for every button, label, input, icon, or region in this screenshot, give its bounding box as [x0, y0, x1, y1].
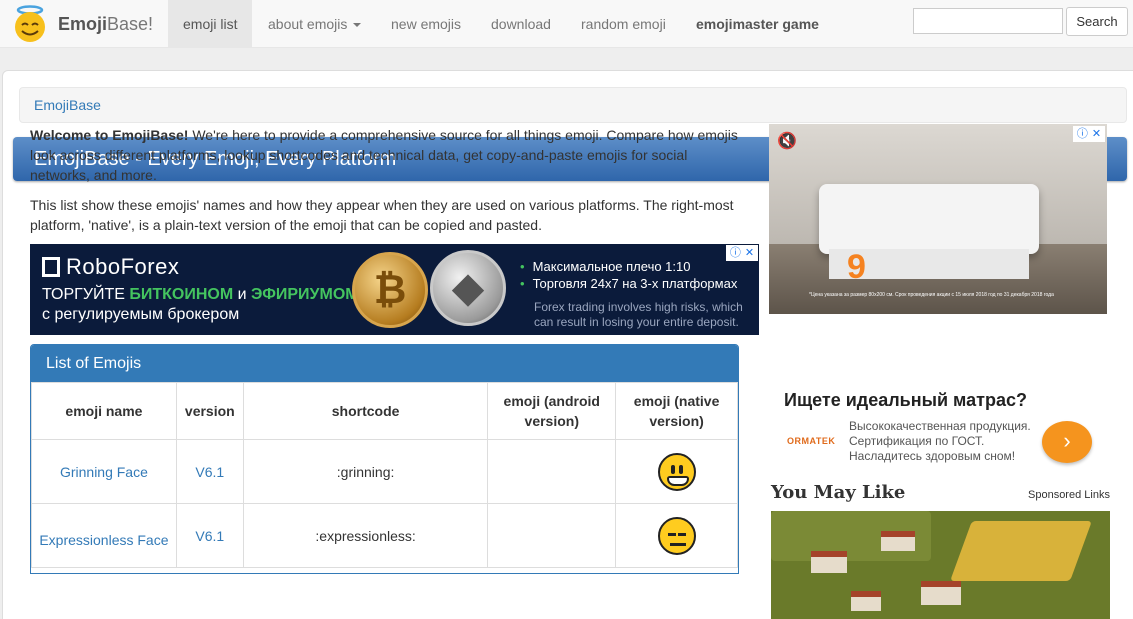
chevron-right-icon[interactable]: ›	[1042, 421, 1092, 463]
close-icon[interactable]: ✕	[745, 247, 754, 259]
nav-emojimaster-game[interactable]: emojimaster game	[681, 0, 834, 48]
column-header: version	[175, 382, 244, 440]
game-thumbnail-image[interactable]	[771, 511, 1110, 619]
emoji-table: emoji name version shortcode emoji (andr…	[31, 382, 738, 568]
roboforex-logo: RoboForex	[42, 254, 179, 280]
roboforex-mark-icon	[42, 257, 60, 277]
column-header: emoji (native version)	[615, 382, 738, 440]
roboforex-ad-banner[interactable]: RoboForex ТОРГУЙТЕ БИТКОИНОМ и ЭФИРИУМОМ…	[30, 244, 759, 335]
panel-title: List of Emojis	[31, 345, 738, 382]
intro-text: Welcome to EmojiBase! We're here to prov…	[30, 125, 745, 245]
ad-bullet: • Максимальное плечо 1:10	[520, 259, 691, 274]
sponsored-links-label[interactable]: Sponsored Links	[1028, 489, 1110, 501]
mute-icon[interactable]: 🔇	[777, 132, 797, 152]
adchoices-icon[interactable]: ⓘ ✕	[726, 245, 758, 261]
table-row: Expressionless Face V6.1 :expressionless…	[31, 503, 738, 568]
chevron-down-icon	[353, 23, 362, 28]
brand-link[interactable]: EmojiBase!	[10, 4, 153, 44]
ad-fineprint: *Цена указана за размер 80x200 см. Срок …	[809, 292, 1054, 298]
emoji-android-cell	[487, 439, 617, 504]
search-button[interactable]: Search	[1066, 7, 1128, 36]
nav-about-emojis[interactable]: about emojis	[253, 0, 376, 48]
bitcoin-coin-icon: ₿	[352, 252, 428, 328]
bed-image	[819, 184, 1039, 254]
table-row: Grinning Face V6.1 :grinning:	[31, 439, 738, 504]
emoji-name-link[interactable]: Expressionless Face	[31, 503, 177, 568]
top-navbar: EmojiBase! emoji list about emojis new e…	[0, 0, 1133, 48]
nav-new-emojis[interactable]: new emojis	[376, 0, 476, 48]
intro-welcome-paragraph: Welcome to EmojiBase! We're here to prov…	[30, 127, 738, 183]
mattress-ad-image[interactable]: 🔇 9 *Цена указана за размер 80x200 см. С…	[769, 124, 1107, 314]
expressionless-face-icon	[657, 516, 696, 555]
house	[921, 581, 961, 605]
breadcrumb[interactable]: EmojiBase	[19, 87, 1127, 123]
emoji-android-cell	[487, 503, 617, 568]
emoji-native-cell	[615, 439, 738, 504]
emoji-shortcode: :grinning:	[242, 439, 489, 504]
ad-bullet: • Торговля 24x7 на 3-х платформах	[520, 276, 738, 291]
house	[851, 591, 881, 611]
emoji-shortcode: :expressionless:	[242, 503, 489, 568]
ad-title[interactable]: Ищете идеальный матрас?	[784, 390, 1027, 411]
ethereum-coin-icon: ◆	[430, 250, 506, 326]
nav-download[interactable]: download	[476, 0, 566, 48]
emoji-version-link[interactable]: V6.1	[175, 439, 244, 504]
column-header: emoji (android version)	[487, 382, 617, 440]
ad-risk-disclaimer: Forex trading involves high risks, which…	[534, 300, 743, 329]
close-icon[interactable]: ✕	[1092, 128, 1101, 140]
ormatek-logo: ORMATEK	[787, 436, 836, 446]
emoji-native-cell	[615, 503, 738, 568]
emoji-name-link[interactable]: Grinning Face	[31, 439, 177, 504]
adchoices-icon[interactable]: ⓘ ✕	[1073, 126, 1105, 142]
intro-list-paragraph: This list show these emojis' names and h…	[30, 197, 734, 233]
ad-subline: с регулируемым брокером	[42, 306, 240, 323]
emoji-version-link[interactable]: V6.1	[175, 503, 244, 568]
table-header-row: emoji name version shortcode emoji (andr…	[31, 382, 738, 440]
house	[881, 531, 915, 551]
angel-smiley-logo-icon	[15, 5, 45, 42]
ad-digit: 9	[847, 248, 866, 286]
ad-description: Высококачественная продукция. Сертификац…	[849, 419, 1031, 463]
wheat-field	[950, 521, 1092, 581]
brand-name: EmojiBase!	[58, 13, 154, 34]
column-header: shortcode	[242, 382, 489, 440]
column-header: emoji name	[31, 382, 177, 440]
you-may-like-heading: You May Like	[771, 482, 906, 503]
house	[811, 551, 847, 573]
emoji-list-panel: List of Emojis emoji name version shortc…	[30, 344, 739, 574]
ad-headline: ТОРГУЙТЕ БИТКОИНОМ и ЭФИРИУМОМ	[42, 286, 359, 303]
grinning-face-icon	[657, 452, 696, 491]
search-input[interactable]	[913, 8, 1063, 34]
nav-emoji-list[interactable]: emoji list	[168, 0, 253, 48]
nav-random-emoji[interactable]: random emoji	[566, 0, 681, 48]
